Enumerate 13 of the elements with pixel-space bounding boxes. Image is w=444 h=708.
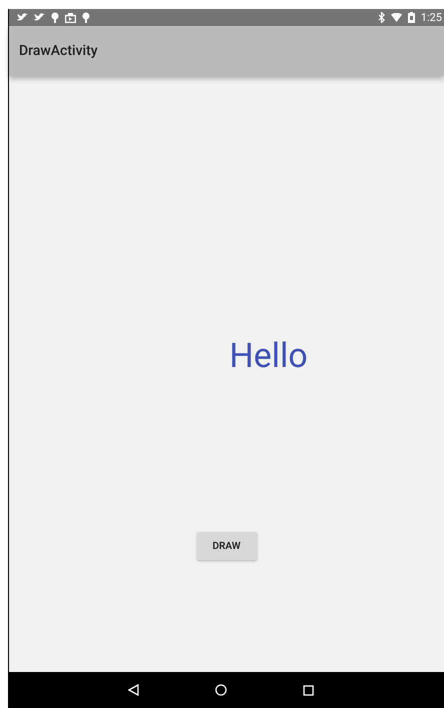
app-title: DrawActivity xyxy=(19,43,98,59)
bird-icon xyxy=(17,13,28,22)
wifi-icon xyxy=(390,13,402,22)
draw-button[interactable]: DRAW xyxy=(196,532,256,560)
greeting-text: Hello xyxy=(229,336,308,376)
recents-icon[interactable] xyxy=(302,684,314,696)
back-icon[interactable] xyxy=(128,684,138,696)
status-time: 1:25 xyxy=(420,11,442,24)
home-icon[interactable] xyxy=(214,684,226,696)
battery-icon xyxy=(408,12,415,23)
media-icon xyxy=(65,12,76,22)
bluetooth-icon xyxy=(378,12,385,23)
bird-icon xyxy=(34,13,45,22)
